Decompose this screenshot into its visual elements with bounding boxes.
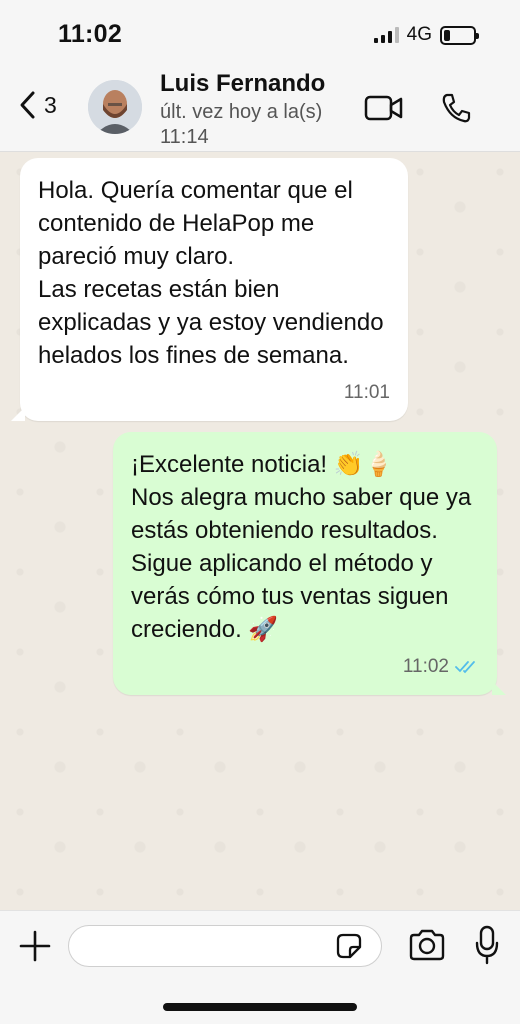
- voice-message-button[interactable]: [474, 925, 500, 970]
- battery-icon: [440, 25, 479, 45]
- network-type: 4G: [406, 24, 432, 45]
- sticker-icon: [336, 933, 362, 959]
- status-bar: 11:02 4G: [0, 0, 520, 66]
- chat-area[interactable]: Hola. Quería comentar que el contenido d…: [0, 152, 520, 910]
- contact-last-seen: últ. vez hoy a la(s) 11:14: [160, 101, 323, 148]
- avatar[interactable]: [88, 80, 142, 134]
- message-input-bar: [0, 910, 520, 1024]
- video-camera-icon: [364, 95, 403, 121]
- incoming-message[interactable]: Hola. Quería comentar que el contenido d…: [11, 158, 408, 421]
- message-text: ¡Excelente noticia! 👏🍦 Nos alegra mucho …: [131, 451, 472, 643]
- message-meta: 11:02: [131, 650, 479, 683]
- phone-icon: [442, 93, 471, 123]
- double-check-icon: [455, 660, 479, 674]
- status-time: 11:02: [58, 20, 123, 48]
- chat-header: 3 Luis Fernando últ. vez hoy a la(s) 11:…: [0, 66, 520, 152]
- battery-level: [444, 29, 450, 41]
- contact-name[interactable]: Luis Fernando: [160, 70, 325, 98]
- microphone-icon: [475, 925, 499, 965]
- message-meta: 11:01: [38, 376, 390, 409]
- message-time: 11:01: [343, 382, 390, 403]
- sticker-button[interactable]: [334, 931, 364, 966]
- status-indicators: 4G: [373, 24, 479, 46]
- message-time: 11:02: [402, 656, 449, 677]
- attach-button[interactable]: [18, 929, 52, 968]
- chevron-left-icon: [20, 91, 35, 119]
- outgoing-message[interactable]: ¡Excelente noticia! 👏🍦 Nos alegra mucho …: [113, 432, 506, 695]
- camera-icon: [409, 929, 445, 961]
- plus-icon: [19, 930, 51, 962]
- back-button[interactable]: 3: [18, 90, 57, 120]
- message-text: Hola. Quería comentar que el contenido d…: [38, 177, 384, 369]
- video-call-button[interactable]: [364, 94, 404, 127]
- camera-button[interactable]: [408, 929, 446, 966]
- voice-call-button[interactable]: [440, 92, 472, 129]
- unread-count: 3: [44, 91, 57, 118]
- home-indicator[interactable]: [163, 1003, 357, 1011]
- signal-icon: [373, 27, 399, 43]
